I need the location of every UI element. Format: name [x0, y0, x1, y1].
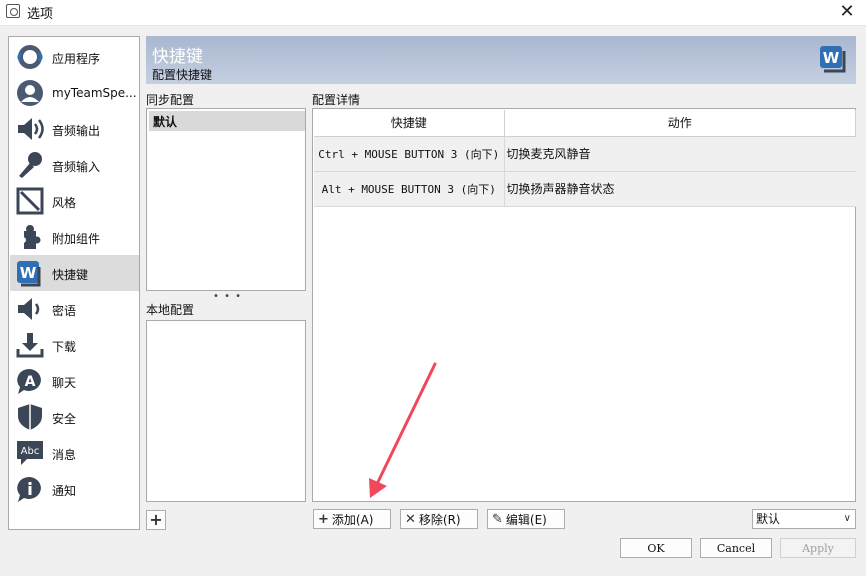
user-avatar-icon — [17, 80, 43, 106]
sidebar-item-label: 聊天 — [52, 376, 77, 390]
list-item[interactable]: 默认 — [149, 111, 305, 131]
sidebar-item-label: 风格 — [52, 196, 77, 210]
edit-hotkey-button[interactable]: ✎ 编辑(E) — [487, 509, 565, 529]
hotkey-table: 快捷键 动作 Ctrl + MOUSE BUTTON 3 (向下) 切换麦克风静… — [314, 110, 856, 207]
sidebar-item-label: 消息 — [52, 448, 77, 462]
hotkey-cell: Alt + MOUSE BUTTON 3 (向下) — [314, 171, 505, 207]
messages-icon: Abc — [17, 441, 43, 465]
settings-app-icon — [6, 4, 20, 18]
profile-select-value: 默认 — [756, 512, 781, 526]
chevron-down-icon: ∨ — [843, 513, 851, 524]
sidebar-item-label: 通知 — [52, 484, 77, 498]
sidebar-item-label: 安全 — [52, 412, 77, 426]
profile-select[interactable]: 默认 ∨ — [752, 509, 856, 529]
sidebar-item-downloads[interactable]: 下载 — [10, 327, 139, 363]
window-title: 选项 — [27, 7, 54, 22]
details-label: 配置详情 — [312, 93, 361, 107]
sidebar-item-messages[interactable]: Abc 消息 — [10, 435, 139, 471]
sidebar: 应用程序 myTeamSpe... 音频输出 音频输入 风格 附加组件 W 快捷… — [8, 36, 140, 530]
sidebar-item-label: 音频输出 — [52, 124, 101, 138]
sidebar-item-label: 应用程序 — [52, 52, 101, 66]
sidebar-item-audio-input[interactable]: 音频输入 — [10, 147, 139, 183]
page-subtitle: 配置快捷键 — [152, 68, 213, 82]
svg-text:A: A — [25, 374, 36, 390]
sidebar-item-hotkeys[interactable]: W 快捷键 — [10, 255, 139, 291]
action-cell: 切换麦克风静音 — [504, 136, 856, 172]
apply-button[interactable]: Apply — [780, 538, 856, 558]
plus-icon: + — [318, 511, 329, 527]
application-icon — [17, 45, 43, 69]
hotkey-icon: W — [17, 261, 41, 287]
cancel-button[interactable]: Cancel — [700, 538, 772, 558]
ok-button[interactable]: OK — [620, 538, 692, 558]
column-header-action[interactable]: 动作 — [504, 110, 856, 137]
sidebar-item-whisper[interactable]: 密语 — [10, 291, 139, 327]
x-icon: ✕ — [405, 511, 416, 527]
sidebar-item-security[interactable]: 安全 — [10, 399, 139, 435]
svg-text:W: W — [823, 49, 840, 67]
puzzle-icon — [20, 225, 41, 249]
add-profile-button[interactable]: + — [146, 510, 166, 530]
local-profiles-label: 本地配置 — [146, 303, 195, 317]
sidebar-item-label: 音频输入 — [52, 160, 101, 174]
sidebar-item-label: 附加组件 — [52, 232, 101, 246]
sidebar-item-label: 下载 — [52, 340, 77, 354]
remove-button-label: 移除(R) — [418, 512, 461, 527]
remove-hotkey-button[interactable]: ✕ 移除(R) — [400, 509, 478, 529]
sidebar-item-application[interactable]: 应用程序 — [10, 39, 139, 75]
sidebar-item-label: 快捷键 — [52, 268, 89, 282]
pencil-icon: ✎ — [492, 511, 503, 527]
hotkey-cell: Ctrl + MOUSE BUTTON 3 (向下) — [314, 136, 505, 172]
close-icon[interactable]: ✕ — [834, 0, 860, 24]
speaker-icon — [18, 118, 44, 140]
local-profiles-list[interactable] — [146, 320, 306, 502]
sidebar-item-label: 密语 — [52, 304, 77, 318]
design-icon — [16, 187, 44, 215]
edit-button-label: 编辑(E) — [505, 512, 547, 527]
svg-text:W: W — [20, 264, 37, 282]
title-bar: 选项 ✕ — [0, 0, 866, 26]
sidebar-item-notifications[interactable]: 通知 — [10, 471, 139, 507]
sidebar-item-myteamspeak[interactable]: myTeamSpe... — [10, 75, 139, 111]
table-row[interactable]: Alt + MOUSE BUTTON 3 (向下) 切换扬声器静音状态 — [314, 171, 856, 207]
shield-icon — [18, 404, 42, 430]
sidebar-item-design[interactable]: 风格 — [10, 183, 139, 219]
page-title: 快捷键 — [152, 47, 203, 67]
notification-icon — [17, 476, 41, 502]
splitter-handle[interactable]: • • • — [213, 291, 242, 302]
chat-icon: A — [17, 368, 41, 394]
sidebar-item-addons[interactable]: 附加组件 — [10, 219, 139, 255]
add-button-label: 添加(A) — [331, 512, 374, 527]
action-cell: 切换扬声器静音状态 — [504, 171, 856, 207]
hotkey-icon: W — [820, 46, 846, 73]
sidebar-item-label: myTeamSpe... — [52, 86, 136, 100]
sidebar-item-audio-output[interactable]: 音频输出 — [10, 111, 139, 147]
sync-profiles-list[interactable]: 默认 — [146, 108, 306, 291]
svg-text:Abc: Abc — [21, 446, 40, 457]
page-header: 快捷键 配置快捷键 W — [146, 36, 856, 84]
sidebar-item-chat[interactable]: A 聊天 — [10, 363, 139, 399]
sync-profiles-label: 同步配置 — [146, 93, 195, 107]
table-row[interactable]: Ctrl + MOUSE BUTTON 3 (向下) 切换麦克风静音 — [314, 136, 856, 172]
column-header-hotkey[interactable]: 快捷键 — [314, 110, 505, 137]
microphone-icon — [19, 152, 42, 178]
whisper-icon — [18, 298, 40, 320]
add-hotkey-button[interactable]: + 添加(A) — [313, 509, 391, 529]
download-icon — [16, 333, 44, 358]
